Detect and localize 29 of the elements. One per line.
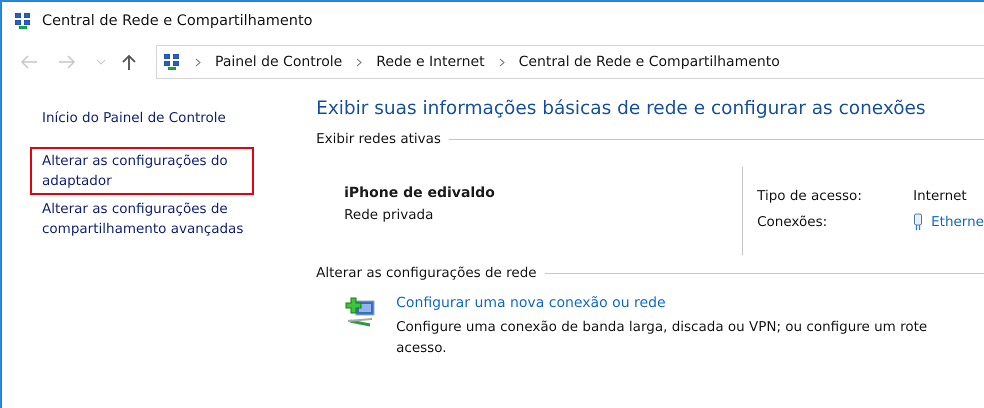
property-value: Internet — [913, 188, 967, 204]
window-title: Central de Rede e Compartilhamento — [42, 13, 313, 29]
task-description: Configure uma conexão de banda larga, discada ou VPN; ou configure um rote acesso. — [396, 318, 928, 358]
network-icon — [14, 12, 32, 30]
address-bar[interactable]: Painel de Controle Rede e Internet Central de Rede e Compartilhamento — [156, 45, 984, 79]
up-arrow-icon[interactable] — [122, 54, 136, 70]
network-name: iPhone de edivaldo — [344, 185, 496, 201]
sidebar-link[interactable]: Alterar as configurações do adaptador — [30, 147, 254, 195]
sidebar-link[interactable]: Início do Painel de Controle — [30, 104, 254, 132]
ethernet-plug-icon — [913, 213, 924, 231]
section-title: Exibir redes ativas — [316, 131, 441, 147]
dropdown-caret-icon[interactable] — [96, 59, 106, 65]
chevron-icon — [498, 58, 505, 66]
back-arrow-icon[interactable] — [20, 55, 38, 69]
task-link[interactable]: Configurar uma nova conexão ou rede — [396, 295, 666, 311]
chevron-icon — [356, 58, 362, 66]
page-heading: Exibir suas informações básicas de rede e configurar as conexões — [316, 98, 927, 119]
property-label: Tipo de acesso: — [757, 188, 863, 204]
breadcrumb[interactable]: Central de Rede e Compartilhamento — [518, 54, 780, 70]
network-type: Rede privada — [344, 207, 434, 223]
sidebar-link[interactable]: Alterar as configurações de compartilhamento avançadas — [30, 195, 254, 243]
connection-link[interactable]: Etherne — [931, 214, 984, 230]
breadcrumb[interactable]: Painel de Controle — [215, 54, 342, 70]
property-label: Conexões: — [757, 214, 828, 230]
chevron-icon — [195, 58, 201, 66]
network-icon — [163, 53, 181, 71]
breadcrumb[interactable]: Rede e Internet — [376, 54, 485, 70]
forward-arrow-icon[interactable] — [58, 55, 76, 69]
section-title: Alterar as configurações de rede — [316, 265, 537, 281]
